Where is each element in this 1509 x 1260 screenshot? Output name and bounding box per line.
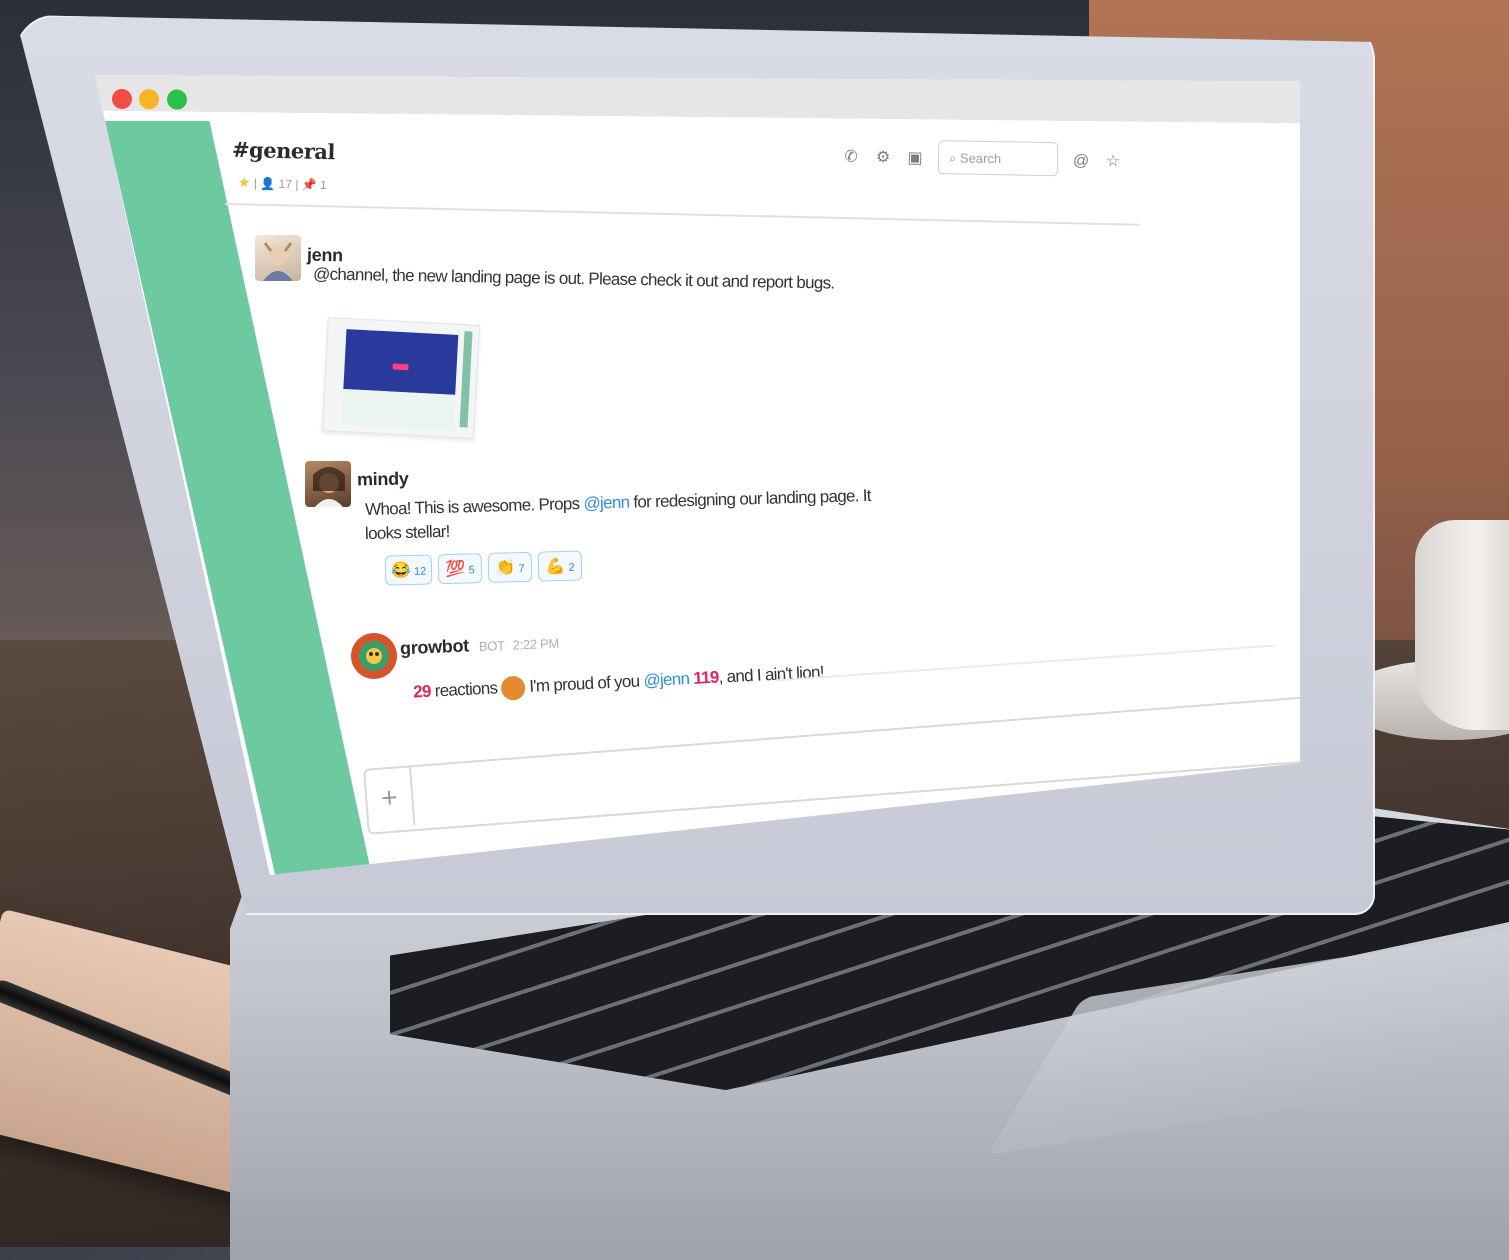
laptop-screen: #general ★ | 👤 17 | 📌 1 ✆ ⚙ ▣ ⌕ Search @… bbox=[95, 75, 1300, 875]
message-header: growbot BOT 2:22 PM bbox=[400, 632, 560, 660]
lion-emoji-icon bbox=[500, 675, 526, 701]
gear-icon[interactable]: ⚙ bbox=[874, 149, 892, 167]
reaction-hundred[interactable]: 💯 5 bbox=[437, 553, 483, 585]
star-icon[interactable]: ★ bbox=[238, 174, 251, 190]
reaction-total: 29 bbox=[412, 681, 432, 702]
pin-icon[interactable]: 📌 bbox=[302, 177, 317, 191]
avatar[interactable] bbox=[255, 235, 301, 281]
message-body: Whoa! This is awesome. Props bbox=[364, 493, 584, 520]
avatar[interactable] bbox=[305, 461, 351, 507]
reaction-count: 5 bbox=[468, 564, 475, 577]
reaction-count: 7 bbox=[518, 563, 525, 576]
search-input[interactable]: ⌕ Search bbox=[937, 140, 1059, 177]
close-button[interactable] bbox=[112, 88, 132, 110]
message-text-line2: looks stellar! bbox=[364, 521, 450, 544]
message-body: , and I ain't lion! bbox=[718, 662, 825, 687]
minimize-button[interactable] bbox=[139, 89, 159, 110]
avatar[interactable] bbox=[351, 633, 397, 679]
timestamp[interactable]: 2:22 PM bbox=[512, 636, 559, 653]
reaction-count: 2 bbox=[568, 561, 575, 574]
avatar-image bbox=[313, 467, 345, 507]
chat-app-window: #general ★ | 👤 17 | 📌 1 ✆ ⚙ ▣ ⌕ Search @… bbox=[95, 75, 1300, 875]
header-divider bbox=[224, 203, 1140, 226]
sidebar-toggle-icon[interactable]: ▣ bbox=[906, 150, 924, 168]
hundred-emoji-icon: 💯 bbox=[445, 560, 466, 579]
message-body: , the new landing page is out. Please ch… bbox=[384, 265, 835, 293]
members-icon[interactable]: 👤 bbox=[260, 176, 275, 190]
message-body: reactions bbox=[434, 678, 498, 701]
muscle-emoji-icon: 💪 bbox=[545, 557, 566, 576]
message-body: for redesigning our landing page. It bbox=[629, 485, 872, 512]
header-toolbar: ✆ ⚙ ▣ ⌕ Search @ ☆ bbox=[842, 138, 1138, 187]
user-mention[interactable]: @jenn bbox=[583, 493, 629, 513]
pin-count[interactable]: 1 bbox=[320, 178, 327, 192]
search-icon: ⌕ bbox=[948, 150, 957, 166]
clap-emoji-icon: 👏 bbox=[495, 559, 516, 577]
add-attachment-button[interactable]: + bbox=[365, 767, 416, 829]
maximize-button[interactable] bbox=[167, 89, 187, 110]
phone-icon[interactable]: ✆ bbox=[842, 148, 860, 166]
reactions-bar: 😂 12 💯 5 👏 7 💪 2 bbox=[384, 550, 589, 586]
preview-edge bbox=[459, 331, 473, 428]
laugh-emoji-icon: 😂 bbox=[390, 561, 412, 580]
message-text: @channel, the new landing page is out. P… bbox=[313, 264, 835, 293]
reaction-muscle[interactable]: 💪 2 bbox=[537, 550, 583, 582]
growbot-logo-icon bbox=[359, 641, 389, 671]
reaction-clap[interactable]: 👏 7 bbox=[487, 551, 533, 583]
channel-meta: ★ | 👤 17 | 📌 1 bbox=[238, 174, 327, 193]
preview-hero bbox=[343, 329, 459, 395]
message-body: I'm proud of you bbox=[528, 671, 644, 696]
member-count[interactable]: 17 bbox=[278, 177, 292, 191]
message-text: 29 reactions I'm proud of you @jenn 119,… bbox=[413, 661, 825, 705]
username[interactable]: growbot bbox=[400, 635, 470, 658]
message-text: Whoa! This is awesome. Props @jenn for r… bbox=[365, 486, 871, 520]
reaction-laugh[interactable]: 😂 12 bbox=[384, 554, 433, 586]
coffee-cup bbox=[1415, 520, 1509, 730]
avatar-image bbox=[263, 242, 293, 281]
title-bar bbox=[95, 75, 1300, 124]
at-mention-icon[interactable]: @ bbox=[1072, 152, 1090, 170]
preview-body bbox=[341, 388, 456, 431]
channel-mention[interactable]: @channel bbox=[313, 264, 385, 284]
username[interactable]: mindy bbox=[357, 469, 409, 491]
reaction-count: 12 bbox=[413, 565, 427, 578]
attachment-preview[interactable] bbox=[322, 317, 480, 439]
preview-button bbox=[392, 363, 409, 371]
star-outline-icon[interactable]: ☆ bbox=[1104, 153, 1122, 171]
user-mention[interactable]: @jenn bbox=[643, 669, 690, 690]
username[interactable]: jenn bbox=[307, 245, 343, 267]
channel-header: #general ★ | 👤 17 | 📌 1 bbox=[232, 137, 336, 192]
search-placeholder: Search bbox=[959, 150, 1002, 167]
channel-name[interactable]: #general bbox=[232, 137, 336, 165]
message-divider bbox=[775, 644, 1275, 682]
bot-badge: BOT bbox=[478, 637, 506, 655]
reaction-score: 119 bbox=[692, 667, 720, 688]
